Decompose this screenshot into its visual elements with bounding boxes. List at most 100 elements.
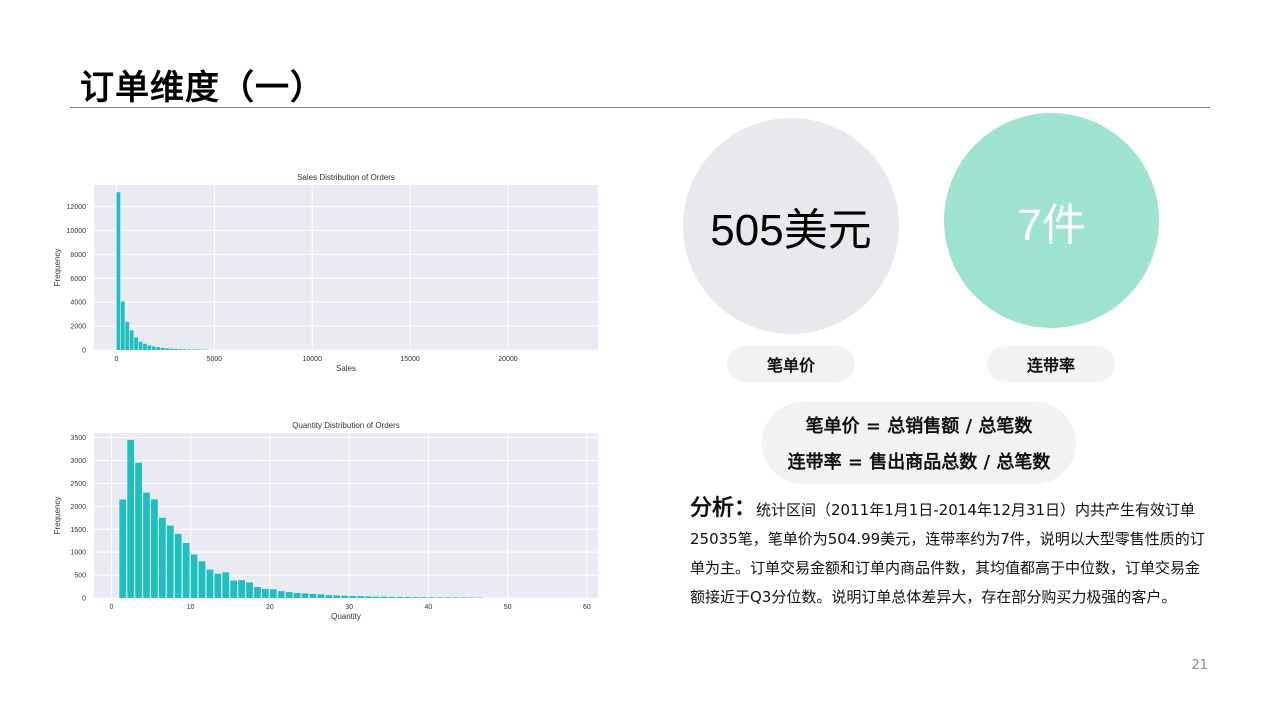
quantity-bar (293, 592, 301, 598)
quantity-bar (277, 591, 285, 598)
sales-y-axis-label: Frequency (53, 249, 62, 287)
sales-x-tick-label: 5000 (207, 356, 223, 363)
quantity-y-tick-label: 1500 (70, 527, 86, 534)
quantity-bar (158, 517, 166, 598)
sales-bar (134, 337, 138, 350)
quantity-bar (380, 596, 388, 598)
quantity-x-tick-label: 50 (504, 604, 512, 611)
quantity-y-tick-label: 3000 (70, 458, 86, 465)
quantity-y-tick-label: 0 (82, 596, 86, 603)
sales-distribution-chart: 0 5000 10000 15000 20000 0 2000 4000 6000 8000 100… (53, 173, 598, 373)
sales-x-axis-label: Sales (336, 364, 356, 373)
quantity-bar (222, 572, 230, 598)
quantity-bar (127, 439, 135, 598)
sales-y-tick-label: 4000 (70, 300, 86, 307)
quantity-bar (325, 595, 333, 598)
quantity-bar (262, 588, 269, 598)
sales-x-tick-label: 0 (115, 356, 119, 363)
sales-bar (138, 341, 143, 350)
quantity-bar (372, 596, 380, 598)
quantity-bar (396, 596, 404, 598)
page-number: 21 (1191, 658, 1208, 673)
quantity-bar (182, 543, 190, 598)
quantity-bar (404, 597, 412, 598)
sales-bar (120, 301, 125, 350)
slide-title: 订单维度（一） (80, 68, 325, 108)
sales-plot-area (94, 185, 598, 350)
units-per-transaction-circle: 7件 (944, 113, 1159, 328)
quantity-bar (444, 597, 451, 598)
avg-order-value-label: 笔单价 (727, 346, 855, 382)
quantity-y-tick-label: 3500 (70, 435, 86, 442)
quantity-bar (301, 593, 309, 598)
sales-x-tick-label: 15000 (400, 356, 420, 363)
quantity-x-tick-label: 60 (583, 604, 591, 611)
quantity-y-tick-label: 1000 (70, 550, 86, 557)
quantity-bar (206, 569, 214, 598)
quantity-bar (151, 499, 158, 598)
quantity-x-axis-label: Quantity (331, 612, 361, 621)
quantity-bar (333, 595, 341, 598)
sales-bar (156, 347, 161, 350)
sales-bar (125, 321, 130, 350)
analysis-text-block: 分析：统计区间（2011年1月1日-2014年12月31日）内共产生有效订单25… (690, 494, 1210, 612)
sales-bar (147, 345, 152, 350)
quantity-bar (317, 594, 325, 598)
quantity-x-tick-label: 0 (109, 604, 113, 611)
sales-bar (129, 330, 134, 350)
quantity-bar (285, 592, 293, 598)
quantity-bar (420, 597, 428, 598)
quantity-bar (269, 589, 277, 598)
formula-avg-order-value: 笔单价 = 总销售额 / 总笔数 (805, 416, 1033, 437)
sales-bar (187, 349, 192, 350)
sales-y-tick-label: 8000 (70, 252, 86, 259)
quantity-x-tick-label: 10 (187, 604, 195, 611)
sales-y-tick-label: 10000 (67, 228, 87, 235)
quantity-bar (135, 462, 142, 598)
quantity-y-axis-label: Frequency (53, 497, 62, 535)
analysis-body: 统计区间（2011年1月1日-2014年12月31日）内共产生有效订单25035… (690, 501, 1205, 606)
quantity-bar (143, 492, 150, 598)
quantity-bar (388, 596, 396, 598)
sales-y-tick-label: 0 (82, 348, 86, 355)
units-per-transaction-value: 7件 (1017, 200, 1086, 250)
sales-y-tick-label: 6000 (70, 276, 86, 283)
quantity-y-tick-label: 2000 (70, 504, 86, 511)
quantity-bar (238, 580, 245, 598)
sales-bar (143, 343, 147, 350)
avg-order-value-circle: 505美元 (683, 118, 899, 334)
quantity-x-tick-label: 40 (425, 604, 433, 611)
quantity-bar (119, 499, 127, 598)
sales-bar (151, 346, 156, 350)
formula-box: 笔单价 = 总销售额 / 总笔数 连带率 = 售出商品总数 / 总笔数 (762, 402, 1076, 484)
quantity-bar (412, 597, 420, 598)
sales-bar (182, 349, 187, 350)
sales-x-tick-label: 10000 (303, 356, 323, 363)
quantity-y-tick-label: 2500 (70, 481, 86, 488)
quantity-bar (214, 573, 222, 598)
sales-bar (174, 348, 178, 350)
quantity-bar (254, 587, 261, 598)
sales-bar (160, 347, 165, 350)
sales-x-tick-label: 20000 (498, 356, 518, 363)
sales-y-tick-label: 12000 (67, 204, 87, 211)
sales-title: Sales Distribution of Orders (297, 173, 395, 182)
quantity-bar (198, 561, 206, 598)
sales-bar (178, 349, 183, 350)
quantity-x-tick-label: 20 (266, 604, 274, 611)
quantity-bar (428, 597, 436, 598)
quantity-bar (166, 525, 174, 598)
quantity-bar (349, 595, 356, 598)
quantity-bar (357, 596, 364, 598)
quantity-bar (230, 580, 238, 598)
sales-bar (169, 348, 174, 350)
avg-order-value: 505美元 (710, 206, 872, 255)
sales-bar (116, 192, 121, 350)
quantity-bar (246, 582, 253, 598)
title-divider (70, 107, 1210, 108)
sales-y-tick-label: 2000 (70, 324, 86, 331)
quantity-y-tick-label: 500 (74, 573, 86, 580)
quantity-bar (341, 595, 348, 598)
quantity-bar (309, 593, 317, 598)
sales-bar (165, 348, 169, 350)
